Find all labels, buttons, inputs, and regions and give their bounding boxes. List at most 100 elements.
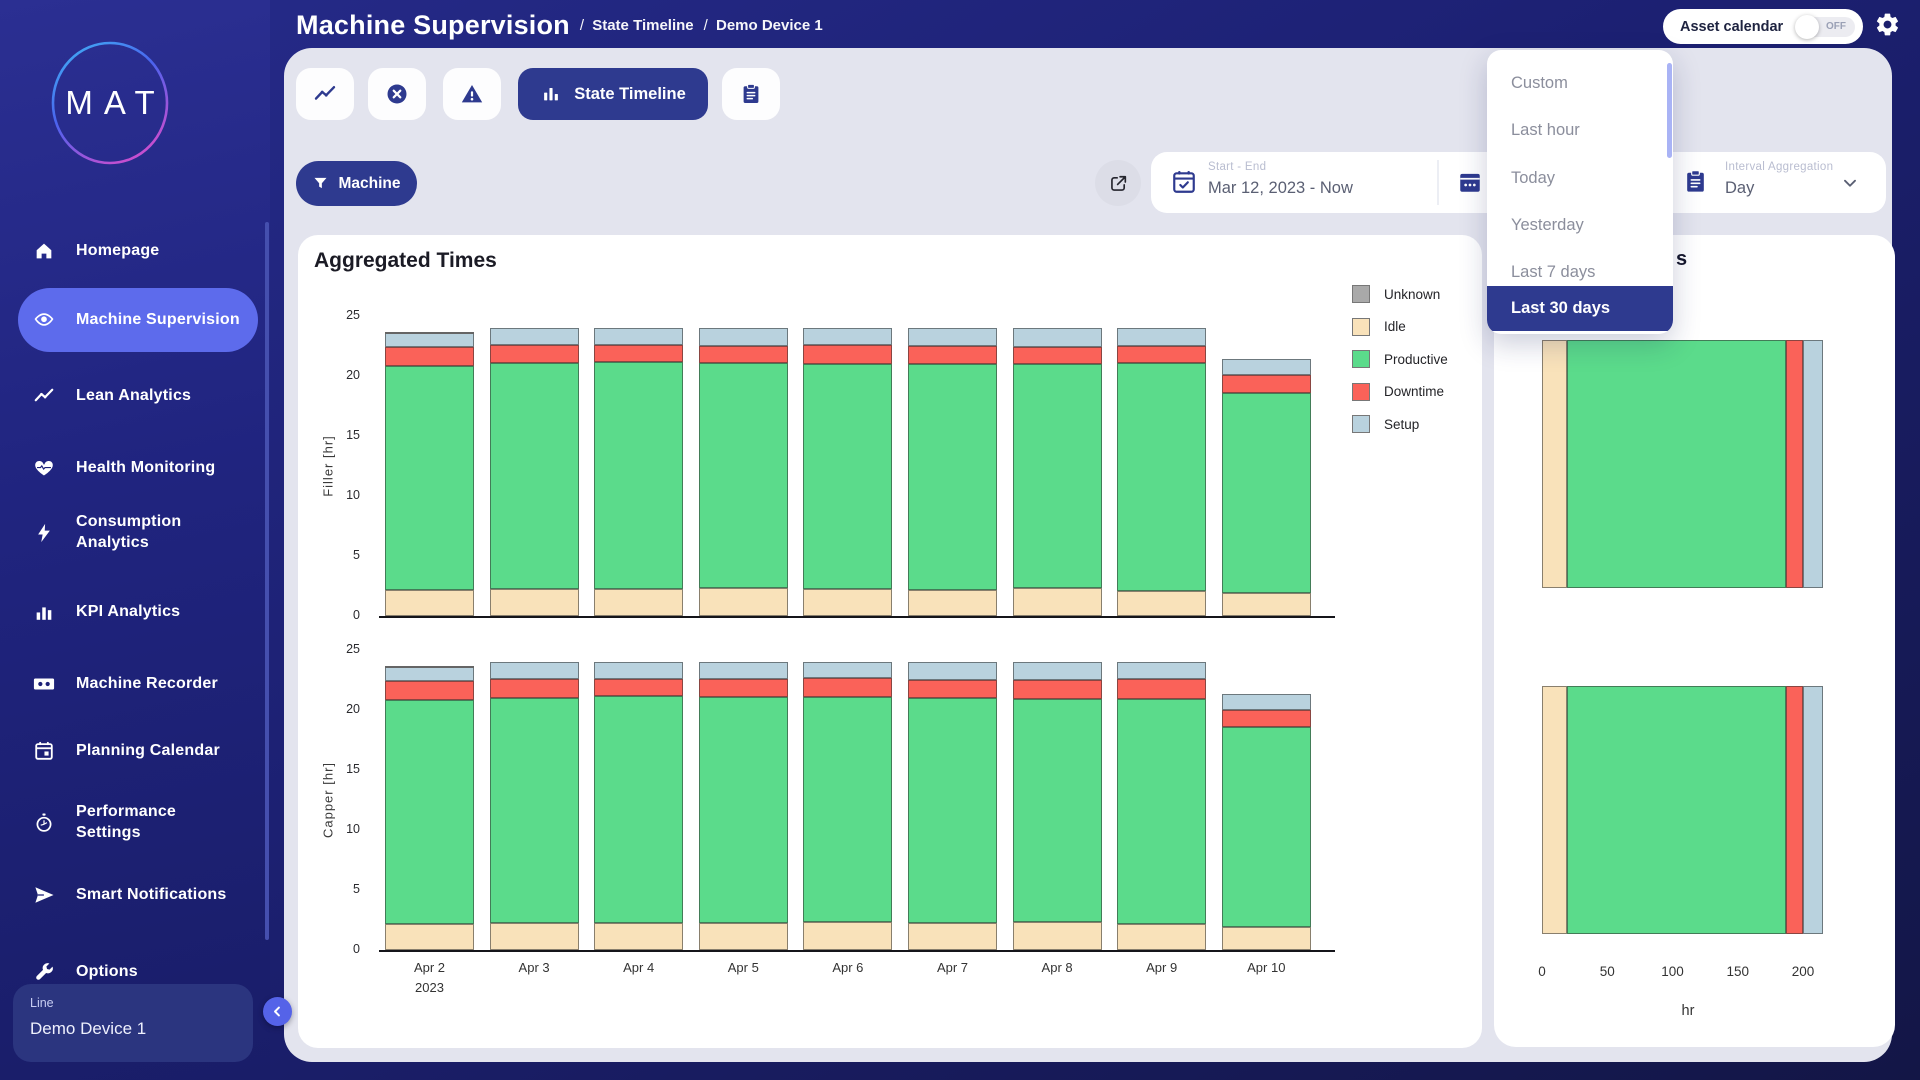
tab-circle-x[interactable]	[368, 68, 426, 120]
bar-segment-capper-downtime[interactable]	[699, 679, 788, 697]
bar-segment-capper-idle[interactable]	[1222, 927, 1311, 950]
bar-segment-capper-downtime[interactable]	[594, 679, 683, 695]
bar-segment-capper-productive[interactable]	[908, 698, 997, 923]
bar-segment-filler-setup[interactable]	[1013, 328, 1102, 347]
sidebar-item-consumption-analytics[interactable]: Consumption Analytics	[18, 505, 258, 561]
breadcrumb-section[interactable]: State Timeline	[580, 17, 694, 34]
interval-aggregation-value[interactable]: Day	[1725, 179, 1754, 198]
chevron-down-icon[interactable]	[1839, 172, 1861, 194]
bar-segment-capper-productive[interactable]	[1117, 699, 1206, 925]
bar-segment-capper-idle[interactable]	[594, 923, 683, 950]
hbar-segment-filler-idle[interactable]	[1542, 340, 1567, 588]
sidebar-item-machine-supervision[interactable]: Machine Supervision	[18, 288, 258, 352]
bar-segment-capper-productive[interactable]	[1222, 727, 1311, 926]
bar-segment-capper-idle[interactable]	[699, 923, 788, 950]
hbar-segment-capper-setup[interactable]	[1803, 686, 1823, 934]
bar-segment-filler-downtime[interactable]	[803, 345, 892, 364]
bar-segment-filler-productive[interactable]	[594, 362, 683, 589]
bar-segment-capper-downtime[interactable]	[490, 679, 579, 698]
bar-segment-capper-productive[interactable]	[803, 697, 892, 922]
bar-segment-capper-productive[interactable]	[490, 698, 579, 923]
bar-segment-filler-downtime[interactable]	[594, 345, 683, 361]
bar-segment-filler-productive[interactable]	[385, 366, 474, 589]
bar-segment-filler-downtime[interactable]	[699, 346, 788, 363]
app-logo[interactable]: MAT	[50, 40, 170, 166]
bar-segment-capper-idle[interactable]	[803, 922, 892, 950]
hbar-segment-capper-downtime[interactable]	[1786, 686, 1803, 934]
dropdown-item-last-30-days[interactable]: Last 30 days	[1487, 286, 1673, 331]
sidebar-item-homepage[interactable]: Homepage	[18, 234, 258, 268]
hbar-segment-filler-downtime[interactable]	[1786, 340, 1803, 588]
bar-segment-filler-setup[interactable]	[490, 328, 579, 345]
settings-gear-icon[interactable]	[1874, 11, 1901, 38]
export-button[interactable]	[1095, 160, 1141, 206]
tab-state-timeline[interactable]: State Timeline	[518, 68, 708, 120]
bar-segment-filler-setup[interactable]	[1117, 328, 1206, 346]
bar-segment-capper-downtime[interactable]	[1222, 710, 1311, 727]
bar-segment-filler-setup[interactable]	[699, 328, 788, 346]
bar-segment-capper-setup[interactable]	[908, 662, 997, 680]
bar-segment-filler-idle[interactable]	[385, 590, 474, 616]
bar-segment-filler-idle[interactable]	[1222, 593, 1311, 616]
hbar-segment-filler-setup[interactable]	[1803, 340, 1823, 588]
asset-calendar-toggle[interactable]: Asset calendar OFF	[1663, 9, 1863, 44]
asset-calendar-switch[interactable]: OFF	[1797, 17, 1855, 37]
bar-segment-filler-productive[interactable]	[699, 363, 788, 589]
bar-segment-capper-setup[interactable]	[1222, 694, 1311, 710]
bar-segment-capper-setup[interactable]	[594, 662, 683, 679]
bar-segment-filler-setup[interactable]	[385, 333, 474, 347]
sidebar-item-kpi-analytics[interactable]: KPI Analytics	[18, 595, 258, 629]
bar-segment-filler-downtime[interactable]	[1117, 346, 1206, 363]
bar-segment-capper-setup[interactable]	[1013, 662, 1102, 680]
legend-item-setup[interactable]: Setup	[1352, 415, 1419, 433]
tab-warning[interactable]	[443, 68, 501, 120]
legend-item-productive[interactable]: Productive	[1352, 350, 1448, 368]
bar-segment-filler-productive[interactable]	[1222, 393, 1311, 593]
sidebar-item-machine-recorder[interactable]: Machine Recorder	[18, 667, 258, 701]
bar-segment-filler-productive[interactable]	[908, 364, 997, 590]
bar-segment-capper-downtime[interactable]	[385, 681, 474, 700]
date-range-value[interactable]: Mar 12, 2023 - Now	[1208, 179, 1353, 198]
dropdown-item-today[interactable]: Today	[1487, 155, 1673, 202]
dropdown-item-last-hour[interactable]: Last hour	[1487, 107, 1673, 154]
sidebar-item-health-monitoring[interactable]: Health Monitoring	[18, 451, 258, 485]
bar-segment-filler-productive[interactable]	[490, 363, 579, 589]
bar-segment-filler-productive[interactable]	[1013, 364, 1102, 588]
dropdown-item-yesterday[interactable]: Yesterday	[1487, 202, 1673, 249]
bar-segment-capper-idle[interactable]	[385, 924, 474, 950]
sidebar-item-performance-settings[interactable]: Performance Settings	[18, 795, 258, 851]
bar-segment-filler-idle[interactable]	[803, 589, 892, 616]
hbar-segment-capper-idle[interactable]	[1542, 686, 1567, 934]
dropdown-scrollbar[interactable]	[1667, 63, 1672, 158]
bar-segment-filler-downtime[interactable]	[1222, 375, 1311, 393]
sidebar-scrollbar[interactable]	[265, 222, 269, 940]
bar-segment-capper-productive[interactable]	[699, 697, 788, 923]
bar-segment-capper-setup[interactable]	[385, 667, 474, 681]
hbar-segment-filler-productive[interactable]	[1567, 340, 1786, 588]
bar-segment-filler-idle[interactable]	[1013, 588, 1102, 616]
bar-segment-filler-downtime[interactable]	[908, 346, 997, 364]
bar-segment-filler-unknown[interactable]	[385, 332, 474, 334]
bar-segment-capper-unknown[interactable]	[385, 666, 474, 668]
bar-segment-filler-downtime[interactable]	[1013, 347, 1102, 364]
sidebar-item-smart-notifications[interactable]: Smart Notifications	[18, 867, 258, 923]
bar-segment-capper-productive[interactable]	[1013, 699, 1102, 922]
bar-segment-filler-setup[interactable]	[594, 328, 683, 345]
legend-item-unknown[interactable]: Unknown	[1352, 285, 1440, 303]
bar-segment-filler-productive[interactable]	[1117, 363, 1206, 591]
sidebar-item-planning-calendar[interactable]: Planning Calendar	[18, 723, 258, 779]
tab-trend[interactable]	[296, 68, 354, 120]
bar-segment-capper-downtime[interactable]	[1013, 680, 1102, 699]
bar-segment-capper-downtime[interactable]	[803, 678, 892, 697]
bar-segment-filler-idle[interactable]	[594, 589, 683, 616]
bar-segment-capper-productive[interactable]	[385, 700, 474, 923]
bar-segment-filler-idle[interactable]	[490, 589, 579, 616]
sidebar-item-lean-analytics[interactable]: Lean Analytics	[18, 379, 258, 413]
bar-segment-capper-idle[interactable]	[908, 923, 997, 950]
bar-segment-filler-idle[interactable]	[699, 588, 788, 616]
tab-clipboard[interactable]	[722, 68, 780, 120]
bar-segment-capper-idle[interactable]	[490, 923, 579, 950]
bar-segment-capper-setup[interactable]	[699, 662, 788, 679]
bar-segment-capper-idle[interactable]	[1013, 922, 1102, 950]
bar-segment-filler-setup[interactable]	[1222, 359, 1311, 375]
